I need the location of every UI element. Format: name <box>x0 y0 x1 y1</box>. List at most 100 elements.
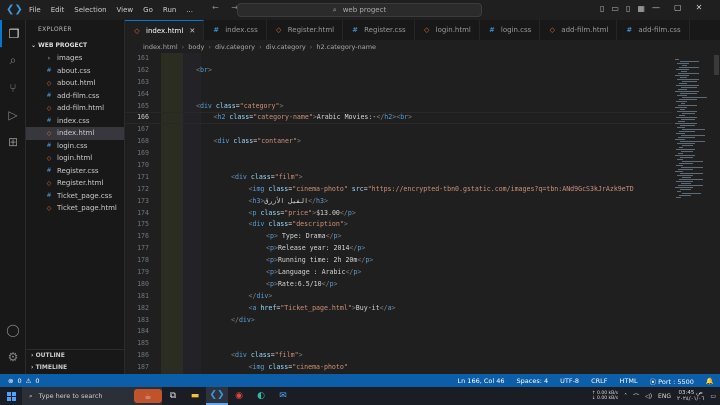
line-content: <div class="category"> <box>196 101 283 113</box>
editor-tab[interactable]: ◇ login.html <box>415 20 480 40</box>
line-number: 174 <box>137 208 149 217</box>
language-indicator[interactable]: ENG <box>658 393 671 400</box>
volume-icon[interactable]: ◁) <box>645 393 652 400</box>
minimize-button[interactable]: — <box>652 3 660 12</box>
file-item[interactable]: ◇ index.html <box>26 127 124 140</box>
clock[interactable]: 03:45 ص ٢٠٢٤/٠١/٠٦ <box>677 390 704 403</box>
source-control-icon[interactable]: ⑂ <box>0 74 26 101</box>
maximize-button[interactable]: ▢ <box>674 3 682 12</box>
file-name: Register.html <box>57 179 104 188</box>
editor-tab[interactable]: # login.css <box>480 20 541 40</box>
file-item[interactable]: # about.css <box>26 65 124 78</box>
code-editor[interactable]: 161 162 <br> 163 164 165 <div class="category"… <box>125 53 673 374</box>
minimap-line <box>680 189 691 190</box>
menu-edit[interactable]: Edit <box>46 6 70 14</box>
line-content: <div class="film"> <box>231 350 303 362</box>
menu-go[interactable]: Go <box>138 6 158 14</box>
menu-view[interactable]: View <box>112 6 139 14</box>
editor-scrollbar[interactable] <box>713 53 720 374</box>
breadcrumb-item[interactable]: div.category <box>266 43 306 51</box>
file-item[interactable]: ◇ Register.html <box>26 177 124 190</box>
language-mode[interactable]: HTML <box>619 377 637 385</box>
file-item[interactable]: # Register.css <box>26 165 124 178</box>
taskbar-search[interactable]: ⌕ Type here to search ☕ <box>22 387 162 405</box>
editor-tab[interactable]: ◇ index.html ✕ <box>125 20 205 40</box>
search-highlight-icon: ☕ <box>134 389 162 403</box>
line-number: 187 <box>137 363 149 372</box>
error-icon[interactable]: ⊗ <box>8 377 13 385</box>
minimap[interactable] <box>673 53 713 374</box>
network-icon[interactable]: ⌒ <box>633 392 639 401</box>
file-item[interactable]: ◇ about.html <box>26 77 124 90</box>
scroll-thumb[interactable] <box>714 55 719 75</box>
file-item[interactable]: ◇ add-film.html <box>26 102 124 115</box>
file-item[interactable]: # index.css <box>26 115 124 128</box>
bell-icon[interactable]: 🔔 <box>706 377 714 385</box>
code-token: >< <box>392 113 401 122</box>
code-token: img <box>252 184 265 193</box>
command-center[interactable]: ⌕ web progect <box>237 3 482 17</box>
run-debug-icon[interactable]: ▷ <box>0 101 26 128</box>
code-token: > <box>268 291 273 300</box>
chevron-up-icon[interactable]: ˄ <box>624 393 627 400</box>
search-icon[interactable]: ⌕ <box>0 47 26 74</box>
windows-start-button[interactable] <box>0 387 22 405</box>
cursor-position[interactable]: Ln 166, Col 46 <box>458 377 505 385</box>
file-item[interactable]: ◇ Ticket_page.html <box>26 202 124 215</box>
menu-selection[interactable]: Selection <box>69 6 111 14</box>
notifications-icon[interactable]: ▭ <box>710 393 716 400</box>
error-count[interactable]: 0 <box>17 377 21 385</box>
tab-label: login.css <box>500 26 532 34</box>
file-item[interactable]: ◇ login.html <box>26 152 124 165</box>
panel-left-icon[interactable]: ▯ <box>600 4 604 13</box>
file-item[interactable]: # login.css <box>26 140 124 153</box>
code-line: 168 <div class="contaner"> <box>125 136 673 148</box>
close-icon[interactable]: ✕ <box>189 27 195 35</box>
breadcrumb-item[interactable]: body <box>188 43 204 51</box>
code-token: > <box>351 208 356 217</box>
task-view-icon[interactable]: ⧉ <box>162 387 184 405</box>
settings-gear-icon[interactable]: ⚙ <box>0 343 26 370</box>
file-item[interactable]: # Ticket_page.css <box>26 190 124 203</box>
minimap-line <box>676 69 689 70</box>
editor-tab[interactable]: # index.css <box>204 20 267 40</box>
breadcrumb-item[interactable]: index.html <box>143 43 178 51</box>
line-number: 170 <box>137 161 149 170</box>
files-icon[interactable]: ❐ <box>0 20 26 47</box>
warning-icon[interactable]: ⚠ <box>26 377 32 385</box>
account-icon[interactable]: ◯ <box>0 316 26 343</box>
close-button[interactable]: ✕ <box>696 3 703 12</box>
outline-section[interactable]: › OUTLINE <box>26 350 125 362</box>
editor-tab[interactable]: ◇ add-film.html <box>540 20 618 40</box>
timeline-section[interactable]: › TIMELINE <box>26 362 125 374</box>
menu-more[interactable]: ... <box>181 6 198 14</box>
panel-bottom-icon[interactable]: ▭ <box>611 4 619 13</box>
editor-tab[interactable]: ◇ Register.html <box>267 20 344 40</box>
line-ending[interactable]: CRLF <box>591 377 607 385</box>
editor-tab[interactable]: # Register.css <box>343 20 415 40</box>
menu-run[interactable]: Run <box>158 6 181 14</box>
vscode-taskbar-icon[interactable]: ❮❯ <box>206 387 228 405</box>
chrome-icon[interactable]: ◉ <box>228 387 250 405</box>
warning-count[interactable]: 0 <box>35 377 39 385</box>
editor-tab[interactable]: # add-film.css <box>617 20 690 40</box>
breadcrumb-item[interactable]: div.category <box>215 43 255 51</box>
css-file-icon: # <box>46 142 52 150</box>
menu-file[interactable]: File <box>24 6 46 14</box>
live-server-port[interactable]: ⦿ Port : 5500 <box>650 376 694 386</box>
file-explorer-icon[interactable]: ▬ <box>184 387 206 405</box>
indentation[interactable]: Spaces: 4 <box>517 377 549 385</box>
panel-right-icon[interactable]: ▯ <box>626 4 630 13</box>
encoding[interactable]: UTF-8 <box>560 377 579 385</box>
code-token: > <box>279 101 284 110</box>
file-item[interactable]: › images <box>26 52 124 65</box>
code-token: Type: Drama <box>277 232 326 241</box>
file-item[interactable]: # add-film.css <box>26 90 124 103</box>
breadcrumb-item[interactable]: h2.category-name <box>316 43 376 51</box>
project-folder[interactable]: ⌄ WEB PROGECT <box>26 40 124 52</box>
layout-icon[interactable]: ▦ <box>637 4 645 13</box>
extensions-icon[interactable]: ⊞ <box>0 128 26 155</box>
mail-icon[interactable]: ✉ <box>272 387 294 405</box>
edge-icon[interactable]: ◐ <box>250 387 272 405</box>
file-name: index.css <box>57 116 90 125</box>
